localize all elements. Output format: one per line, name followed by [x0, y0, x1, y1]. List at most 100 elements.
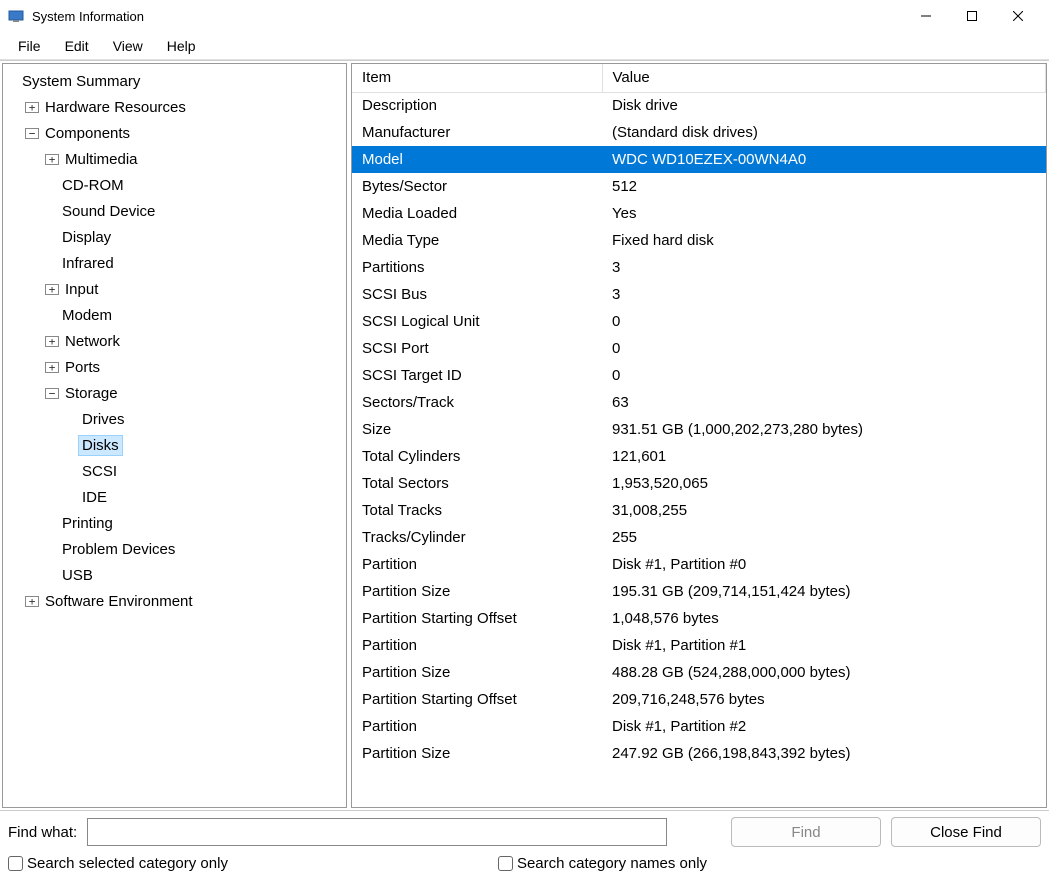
detail-row[interactable]: Partition Starting Offset1,048,576 bytes [352, 605, 1046, 632]
menu-edit[interactable]: Edit [53, 34, 101, 58]
tree-item[interactable]: System Summary [5, 68, 344, 94]
detail-value: Disk #1, Partition #0 [602, 551, 1046, 578]
menu-view[interactable]: View [101, 34, 155, 58]
tree-item-label: System Summary [19, 72, 143, 91]
detail-scroll[interactable]: Item Value DescriptionDisk driveManufact… [352, 64, 1046, 807]
tree-item-label: Modem [59, 306, 115, 325]
tree-item[interactable]: −Storage [5, 380, 344, 406]
detail-value: 512 [602, 173, 1046, 200]
column-value[interactable]: Value [602, 64, 1046, 92]
tree-item[interactable]: Drives [5, 406, 344, 432]
tree-item[interactable]: Sound Device [5, 198, 344, 224]
detail-row[interactable]: SCSI Logical Unit0 [352, 308, 1046, 335]
detail-row[interactable]: SCSI Bus3 [352, 281, 1046, 308]
column-item[interactable]: Item [352, 64, 602, 92]
detail-row[interactable]: Sectors/Track63 [352, 389, 1046, 416]
menu-file[interactable]: File [6, 34, 53, 58]
detail-item: SCSI Bus [352, 281, 602, 308]
expand-icon[interactable]: + [45, 362, 59, 373]
detail-row[interactable]: Partition Starting Offset209,716,248,576… [352, 686, 1046, 713]
tree-item-label: Display [59, 228, 114, 247]
detail-row[interactable]: Partition Size195.31 GB (209,714,151,424… [352, 578, 1046, 605]
detail-item: Bytes/Sector [352, 173, 602, 200]
detail-row[interactable]: Bytes/Sector512 [352, 173, 1046, 200]
tree-item-label: Ports [62, 358, 103, 377]
detail-row[interactable]: Size931.51 GB (1,000,202,273,280 bytes) [352, 416, 1046, 443]
tree-item-label: USB [59, 566, 96, 585]
tree-item[interactable]: SCSI [5, 458, 344, 484]
detail-value: Disk #1, Partition #2 [602, 713, 1046, 740]
close-button[interactable] [995, 0, 1041, 32]
detail-row[interactable]: Media LoadedYes [352, 200, 1046, 227]
tree-item[interactable]: Disks [5, 432, 344, 458]
detail-value: 209,716,248,576 bytes [602, 686, 1046, 713]
collapse-icon[interactable]: − [45, 388, 59, 399]
tree-item[interactable]: Infrared [5, 250, 344, 276]
detail-item: SCSI Target ID [352, 362, 602, 389]
detail-value: 121,601 [602, 443, 1046, 470]
detail-pane: Item Value DescriptionDisk driveManufact… [351, 63, 1047, 808]
detail-row[interactable]: Tracks/Cylinder255 [352, 524, 1046, 551]
collapse-icon[interactable]: − [25, 128, 39, 139]
detail-table: Item Value DescriptionDisk driveManufact… [352, 64, 1046, 767]
tree-item[interactable]: Modem [5, 302, 344, 328]
tree-item[interactable]: +Hardware Resources [5, 94, 344, 120]
detail-row[interactable]: SCSI Target ID0 [352, 362, 1046, 389]
detail-row[interactable]: Media TypeFixed hard disk [352, 227, 1046, 254]
tree-item-label: Input [62, 280, 101, 299]
maximize-button[interactable] [949, 0, 995, 32]
find-button[interactable]: Find [731, 817, 881, 847]
tree-item[interactable]: +Software Environment [5, 588, 344, 614]
detail-item: Partition [352, 632, 602, 659]
detail-row[interactable]: Partitions3 [352, 254, 1046, 281]
tree-item[interactable]: Display [5, 224, 344, 250]
detail-row[interactable]: ModelWDC WD10EZEX-00WN4A0 [352, 146, 1046, 173]
tree-item[interactable]: +Network [5, 328, 344, 354]
find-input[interactable] [87, 818, 667, 846]
detail-row[interactable]: Manufacturer(Standard disk drives) [352, 119, 1046, 146]
detail-row[interactable]: Partition Size247.92 GB (266,198,843,392… [352, 740, 1046, 767]
detail-item: Sectors/Track [352, 389, 602, 416]
expand-icon[interactable]: + [45, 284, 59, 295]
detail-item: Partition Size [352, 659, 602, 686]
detail-item: Tracks/Cylinder [352, 524, 602, 551]
detail-row[interactable]: Total Sectors1,953,520,065 [352, 470, 1046, 497]
detail-item: SCSI Port [352, 335, 602, 362]
detail-row[interactable]: PartitionDisk #1, Partition #1 [352, 632, 1046, 659]
tree-item[interactable]: IDE [5, 484, 344, 510]
tree-item[interactable]: USB [5, 562, 344, 588]
category-tree[interactable]: System Summary +Hardware Resources−Compon… [2, 63, 347, 808]
search-category-names-only-option[interactable]: Search category names only [498, 855, 707, 872]
expand-icon[interactable]: + [45, 336, 59, 347]
menu-bar: File Edit View Help [0, 32, 1049, 60]
tree-item[interactable]: CD-ROM [5, 172, 344, 198]
detail-value: 31,008,255 [602, 497, 1046, 524]
minimize-button[interactable] [903, 0, 949, 32]
tree-item[interactable]: −Components [5, 120, 344, 146]
tree-item-label: Multimedia [62, 150, 141, 169]
detail-row[interactable]: SCSI Port0 [352, 335, 1046, 362]
tree-item[interactable]: +Multimedia [5, 146, 344, 172]
detail-row[interactable]: PartitionDisk #1, Partition #2 [352, 713, 1046, 740]
tree-item[interactable]: Printing [5, 510, 344, 536]
menu-help[interactable]: Help [155, 34, 208, 58]
close-find-button[interactable]: Close Find [891, 817, 1041, 847]
tree-item[interactable]: +Ports [5, 354, 344, 380]
detail-row[interactable]: Total Cylinders121,601 [352, 443, 1046, 470]
tree-item[interactable]: Problem Devices [5, 536, 344, 562]
detail-row[interactable]: PartitionDisk #1, Partition #0 [352, 551, 1046, 578]
expand-icon[interactable]: + [45, 154, 59, 165]
detail-value: 3 [602, 281, 1046, 308]
detail-row[interactable]: DescriptionDisk drive [352, 92, 1046, 119]
detail-item: Model [352, 146, 602, 173]
detail-item: Total Tracks [352, 497, 602, 524]
tree-item-label: Problem Devices [59, 540, 178, 559]
detail-row[interactable]: Total Tracks31,008,255 [352, 497, 1046, 524]
detail-row[interactable]: Partition Size488.28 GB (524,288,000,000… [352, 659, 1046, 686]
detail-item: Media Loaded [352, 200, 602, 227]
expand-icon[interactable]: + [25, 596, 39, 607]
tree-item-label: IDE [79, 488, 110, 507]
search-selected-only-option[interactable]: Search selected category only [8, 855, 228, 872]
expand-icon[interactable]: + [25, 102, 39, 113]
tree-item[interactable]: +Input [5, 276, 344, 302]
